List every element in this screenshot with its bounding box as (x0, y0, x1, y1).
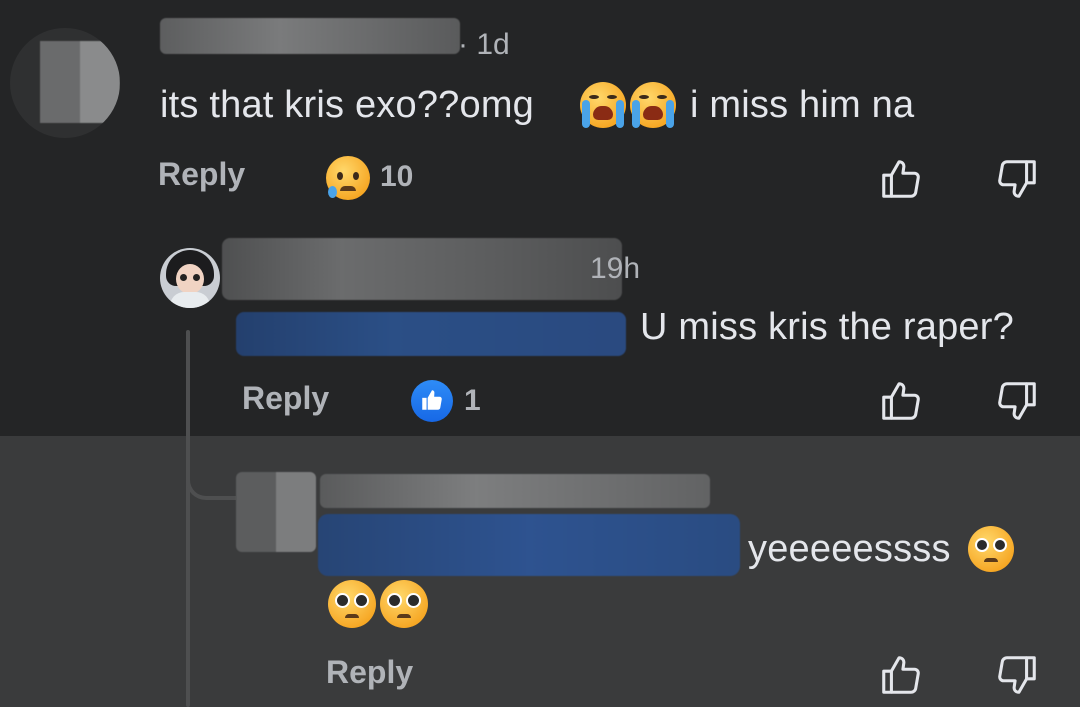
emoji-mouth (397, 614, 411, 618)
emoji-tear (632, 100, 640, 128)
emoji-eye (406, 593, 421, 608)
sad-but-relieved-face-emoji[interactable] (326, 156, 370, 200)
emoji-tear (328, 186, 337, 198)
emoji-eye (337, 172, 343, 180)
author-name-redacted (320, 474, 710, 508)
emoji-eye (607, 95, 617, 99)
thumbs-up-outline-icon[interactable] (878, 652, 924, 698)
comment-timestamp: · 1d (458, 28, 510, 61)
emoji-tear (616, 100, 624, 128)
comment-text: U miss kris the raper? (640, 306, 1014, 348)
emoji-eye (975, 538, 989, 552)
mention-redacted[interactable] (318, 514, 740, 576)
thumbs-down-outline-icon[interactable] (994, 378, 1040, 424)
emoji-eye (993, 538, 1007, 552)
emoji-eye (354, 593, 369, 608)
loudly-crying-face-emoji (580, 82, 626, 128)
thumbs-up-filled-icon (422, 390, 442, 410)
author-name-redacted (160, 18, 460, 54)
comment-timestamp: 19h (590, 252, 641, 285)
emoji-mouth (984, 558, 998, 562)
emoji-eye (335, 593, 350, 608)
reply-button[interactable]: Reply (326, 654, 413, 691)
emoji-mouth (593, 106, 613, 120)
emoji-tear (666, 100, 674, 128)
thumbs-up-outline-icon[interactable] (878, 156, 924, 202)
thumbs-down-outline-icon[interactable] (994, 156, 1040, 202)
emoji-mouth (345, 614, 359, 618)
avatar[interactable] (10, 28, 120, 138)
reaction-count[interactable]: 10 (380, 160, 413, 194)
like-reaction-icon[interactable] (411, 380, 453, 422)
author-name-redacted (222, 238, 622, 300)
thread-connector-line (186, 330, 190, 707)
thumbs-down-outline-icon[interactable] (994, 652, 1040, 698)
emoji-eye (589, 95, 599, 99)
avatar[interactable] (160, 248, 220, 308)
thumbs-up-outline-icon[interactable] (878, 378, 924, 424)
pleading-face-emoji (328, 580, 376, 628)
emoji-mouth (643, 106, 663, 120)
comment-text: its that kris exo??omg (160, 84, 535, 126)
emoji-eye (639, 95, 649, 99)
avatar-eye (193, 274, 200, 281)
avatar-redacted[interactable] (236, 472, 316, 552)
avatar-eye (180, 274, 187, 281)
pleading-face-emoji (968, 526, 1014, 572)
reaction-count[interactable]: 1 (464, 384, 481, 418)
mention-redacted[interactable] (236, 312, 626, 356)
comment-text: yeeeeessss (748, 528, 951, 570)
emoji-eye (657, 95, 667, 99)
comment-text-continued: i miss him na (690, 84, 915, 126)
emoji-tear (582, 100, 590, 128)
pleading-face-emoji (380, 580, 428, 628)
loudly-crying-face-emoji (630, 82, 676, 128)
reply-button[interactable]: Reply (158, 156, 245, 193)
reply-button[interactable]: Reply (242, 380, 329, 417)
emoji-mouth (340, 186, 356, 191)
avatar-pixelation (40, 41, 120, 123)
avatar-body (170, 292, 210, 308)
thread-connector-curve (186, 460, 236, 500)
emoji-eye (387, 593, 402, 608)
emoji-eye (353, 172, 359, 180)
